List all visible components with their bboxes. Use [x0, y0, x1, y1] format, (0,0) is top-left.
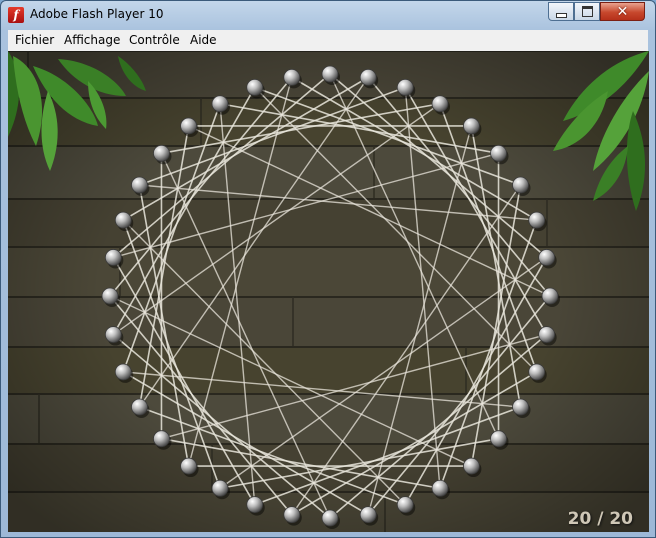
maximize-icon	[581, 6, 593, 17]
peg[interactable]	[246, 496, 264, 514]
peg[interactable]	[131, 398, 148, 416]
peg[interactable]	[396, 78, 414, 96]
peg[interactable]	[211, 95, 229, 113]
peg[interactable]	[153, 430, 170, 448]
peg[interactable]	[104, 326, 122, 343]
peg[interactable]	[114, 363, 132, 381]
peg[interactable]	[211, 479, 229, 497]
peg[interactable]	[431, 479, 449, 497]
peg[interactable]	[104, 249, 122, 266]
menu-bar: Fichier Affichage Contrôle Aide	[8, 30, 648, 52]
close-button[interactable]: ✕	[600, 2, 645, 21]
peg[interactable]	[180, 117, 197, 135]
peg[interactable]	[528, 363, 546, 381]
close-icon: ✕	[616, 3, 629, 20]
peg[interactable]	[246, 78, 264, 96]
peg[interactable]	[538, 249, 556, 266]
peg[interactable]	[463, 457, 480, 475]
peg[interactable]	[153, 144, 170, 162]
peg[interactable]	[528, 211, 546, 229]
game-stage[interactable]: 20 / 20	[8, 51, 649, 532]
peg[interactable]	[396, 496, 414, 514]
menu-aide[interactable]: Aide	[190, 33, 217, 47]
peg[interactable]	[490, 144, 507, 162]
peg[interactable]	[359, 68, 377, 86]
app-window: f Adobe Flash Player 10 ✕ Fichier Affich…	[0, 0, 656, 538]
level-counter: 20 / 20	[567, 509, 633, 529]
menu-fichier[interactable]: Fichier	[15, 33, 54, 47]
peg[interactable]	[283, 506, 301, 524]
peg[interactable]	[541, 287, 559, 305]
peg[interactable]	[131, 176, 148, 194]
peg[interactable]	[114, 211, 132, 229]
peg[interactable]	[463, 117, 480, 135]
title-bar[interactable]: f Adobe Flash Player 10 ✕	[1, 1, 655, 30]
game-board	[8, 51, 649, 532]
peg[interactable]	[283, 68, 301, 86]
minimize-button[interactable]	[548, 2, 574, 21]
peg[interactable]	[431, 95, 449, 113]
peg[interactable]	[490, 430, 507, 448]
peg[interactable]	[359, 506, 377, 524]
peg[interactable]	[321, 509, 339, 527]
peg[interactable]	[512, 176, 529, 194]
peg[interactable]	[512, 398, 529, 416]
peg[interactable]	[101, 287, 119, 305]
maximize-button[interactable]	[574, 2, 600, 21]
flash-player-icon: f	[8, 7, 24, 23]
peg[interactable]	[321, 65, 339, 83]
minimize-icon	[555, 12, 567, 18]
menu-affichage[interactable]: Affichage	[64, 33, 120, 47]
window-title: Adobe Flash Player 10	[30, 7, 164, 21]
peg[interactable]	[538, 326, 556, 343]
peg[interactable]	[180, 457, 197, 475]
menu-controle[interactable]: Contrôle	[129, 33, 180, 47]
